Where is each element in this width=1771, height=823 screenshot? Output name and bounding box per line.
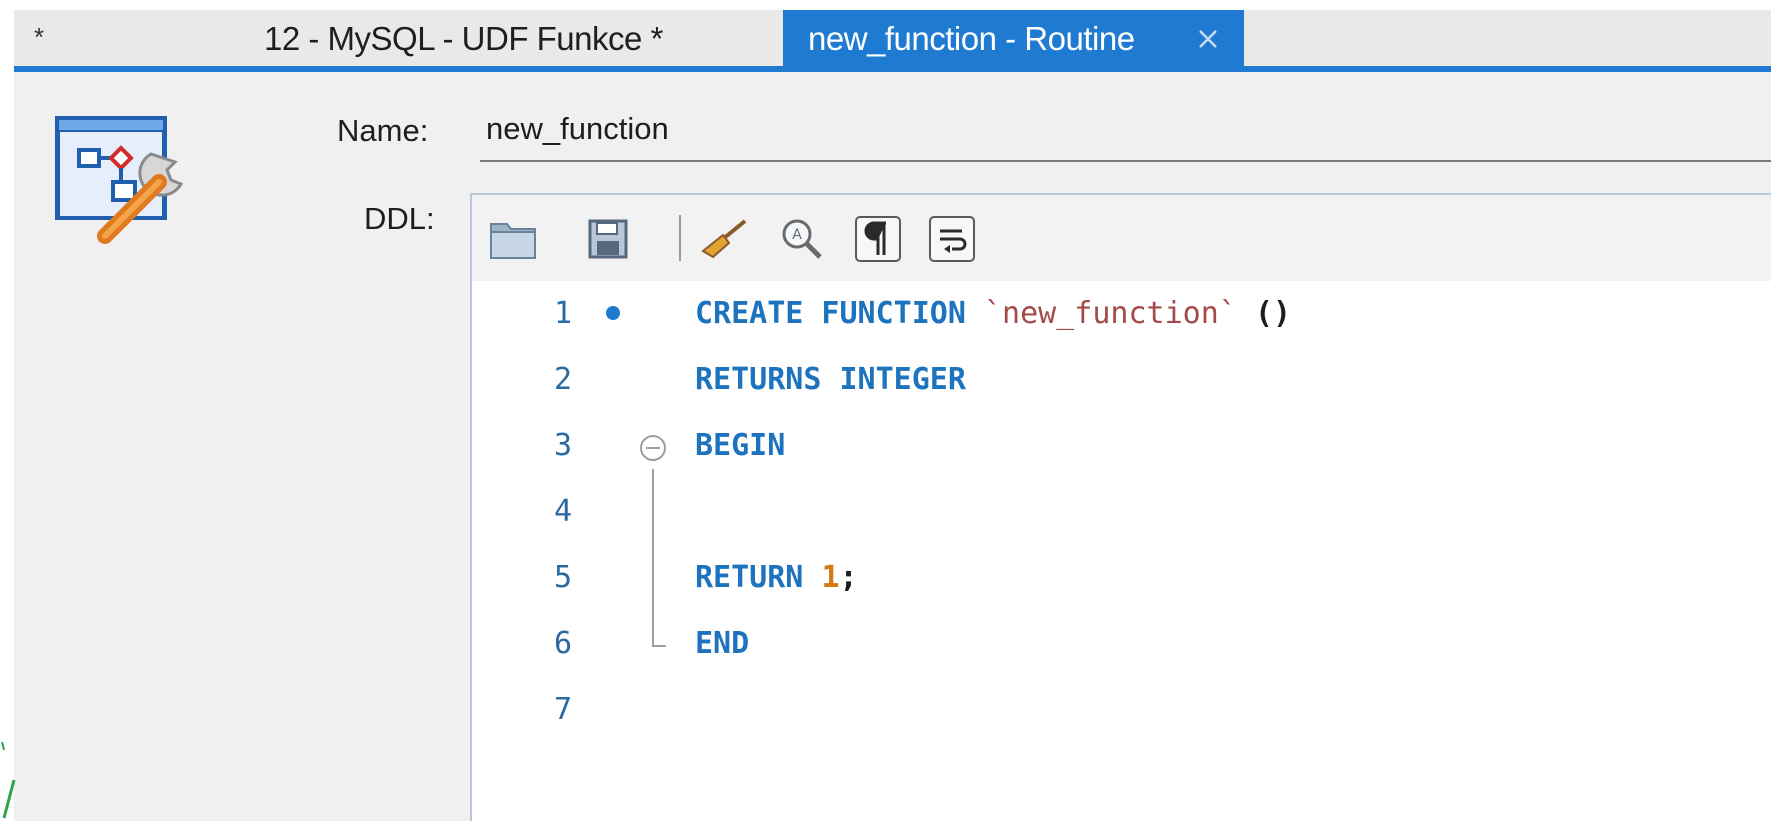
- code-text: RETURN 1;: [695, 560, 858, 595]
- name-label: Name:: [337, 113, 429, 148]
- line-number: 3: [553, 428, 572, 463]
- line-number: 2: [553, 362, 572, 397]
- code-text: CREATE FUNCTION `new_function` (): [695, 296, 1292, 331]
- open-folder-icon[interactable]: [488, 213, 540, 265]
- beautify-broom-icon[interactable]: [698, 213, 750, 265]
- line-number: 7: [553, 692, 572, 727]
- code-editor[interactable]: 1 CREATE FUNCTION `new_function` () 2 RE…: [472, 281, 1771, 823]
- code-text: END: [695, 626, 750, 661]
- word-wrap-icon[interactable]: [926, 213, 978, 265]
- code-line: 3 BEGIN: [472, 413, 1771, 479]
- fold-collapse-icon[interactable]: [638, 433, 668, 463]
- code-line: 6 END: [472, 611, 1771, 677]
- ddl-toolbar: A: [472, 195, 1771, 281]
- window-top-border: [0, 0, 1771, 10]
- find-icon[interactable]: A: [776, 213, 828, 265]
- toolbar-separator: [679, 215, 681, 261]
- code-line: 5 RETURN 1;: [472, 545, 1771, 611]
- code-text: BEGIN: [695, 428, 786, 463]
- line-number: 5: [553, 560, 572, 595]
- close-icon[interactable]: [1193, 24, 1223, 54]
- routine-name-input[interactable]: [480, 98, 1771, 162]
- save-icon[interactable]: [582, 213, 634, 265]
- ddl-label: DDL:: [364, 201, 435, 236]
- line-number: 1: [553, 296, 572, 331]
- tab-overflow-star[interactable]: *: [34, 22, 44, 53]
- ddl-editor-panel: A 1 CREATE FUNCTION `new_function` () 2 …: [470, 193, 1771, 823]
- tab-new-function-routine[interactable]: new_function - Routine: [783, 10, 1244, 68]
- code-text: RETURNS INTEGER: [695, 362, 966, 397]
- line-number: 6: [553, 626, 572, 661]
- line-number: 4: [553, 494, 572, 529]
- paragraph-icon[interactable]: [852, 213, 904, 265]
- current-line-marker-icon: [606, 306, 620, 320]
- code-line: 2 RETURNS INTEGER: [472, 347, 1771, 413]
- tab-bar: * 12 - MySQL - UDF Funkce * new_function…: [14, 10, 1771, 72]
- decorative-green-stroke: [1, 741, 16, 819]
- routine-icon: [55, 116, 184, 244]
- window-left-strip: [0, 0, 14, 821]
- code-line: 7: [472, 677, 1771, 743]
- svg-text:A: A: [792, 227, 802, 243]
- tab-mysql-udf-funkce[interactable]: 12 - MySQL - UDF Funkce *: [264, 20, 663, 58]
- tab-label: new_function - Routine: [808, 20, 1135, 57]
- code-line: 4: [472, 479, 1771, 545]
- code-line: 1 CREATE FUNCTION `new_function` (): [472, 281, 1771, 347]
